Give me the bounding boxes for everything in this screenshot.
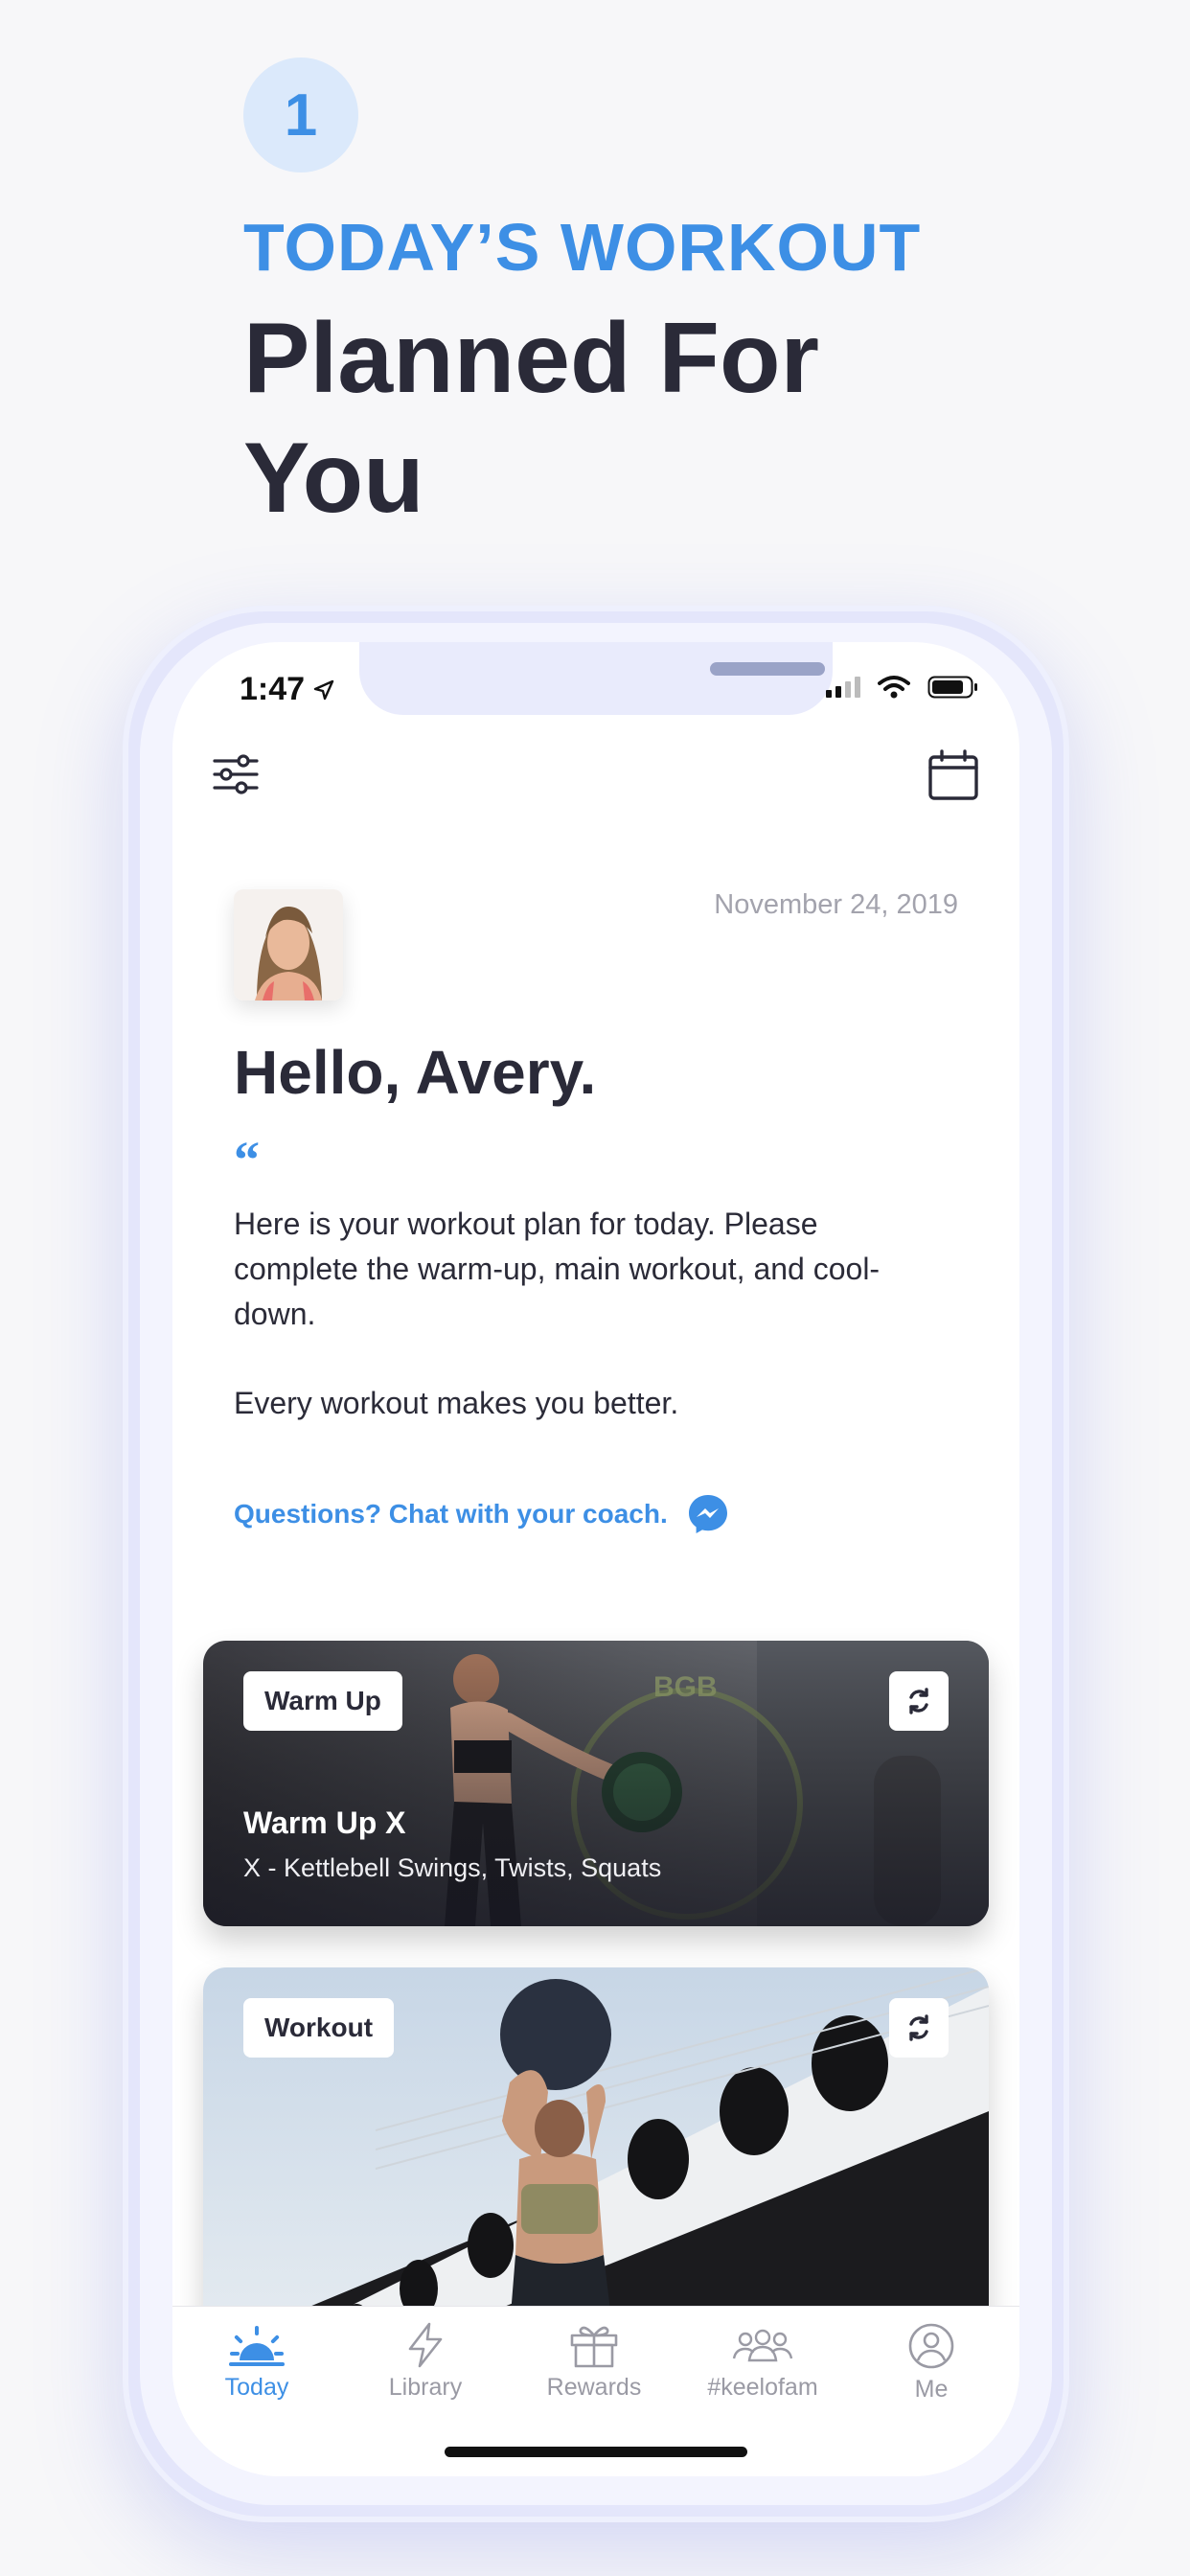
sliders-icon — [213, 754, 259, 794]
coach-avatar[interactable] — [234, 889, 343, 1000]
swap-icon — [909, 2014, 928, 2041]
filter-button[interactable] — [211, 749, 261, 804]
quote-mark: “ — [234, 1131, 260, 1188]
tab-me[interactable]: Me — [847, 2322, 1016, 2404]
calendar-icon — [928, 749, 978, 800]
messenger-icon — [688, 1495, 727, 1533]
tab-library-label: Library — [388, 2374, 463, 2401]
wifi-icon — [878, 676, 910, 699]
notch — [359, 642, 833, 715]
chat-with-coach-link[interactable]: Questions? Chat with your coach. — [234, 1493, 729, 1535]
swap-workout-button[interactable] — [889, 1671, 949, 1731]
coach-photo — [234, 889, 343, 1000]
card-subtitle: X - Kettlebell Swings, Twists, Squats — [243, 1853, 662, 1882]
swap-icon — [909, 1688, 928, 1714]
tab-today[interactable]: Today — [172, 2322, 341, 2402]
tab-rewards-label: Rewards — [546, 2374, 642, 2401]
coach-message: Here is your workout plan for today. Ple… — [234, 1202, 933, 1470]
step-number-badge: 1 — [243, 58, 358, 172]
swap-workout-button[interactable] — [889, 1998, 949, 2058]
marketing-headline: Planned For You — [243, 303, 819, 534]
speaker-grille — [710, 662, 825, 676]
coach-message-paragraph: Here is your workout plan for today. Ple… — [234, 1207, 881, 1331]
phone-screen: 1:47 November 24, 2019 Hello, Avery. “ H… — [172, 642, 1019, 2476]
bolt-icon — [408, 2322, 443, 2368]
tab-today-label: Today — [224, 2374, 289, 2401]
status-indicators — [826, 675, 979, 700]
sunrise-icon — [229, 2326, 285, 2366]
group-icon — [732, 2329, 793, 2362]
section-eyebrow: TODAY’S WORKOUT — [243, 210, 922, 285]
status-time: 1:47 — [240, 671, 335, 708]
tab-rewards[interactable]: Rewards — [510, 2322, 678, 2402]
coach-message-paragraph: Every workout makes you better. — [234, 1386, 679, 1420]
workout-card[interactable]: Workout — [203, 1967, 989, 2351]
status-time-text: 1:47 — [240, 671, 306, 707]
tab-library[interactable]: Library — [341, 2322, 510, 2402]
tab-me-label: Me — [914, 2376, 949, 2403]
tab-keelofam-label: #keelofam — [707, 2374, 818, 2401]
card-category-tag: Warm Up — [243, 1671, 402, 1731]
warmup-card[interactable]: BGB Warm Up Warm Up X X - Kettlebe — [203, 1641, 989, 1926]
profile-icon — [908, 2323, 954, 2369]
home-indicator — [445, 2447, 747, 2457]
location-arrow-icon — [313, 679, 334, 700]
bottom-tab-bar: Today Library Rewards #keelofam Me — [172, 2306, 1019, 2476]
today-date: November 24, 2019 — [714, 889, 958, 920]
cellular-signal-icon — [826, 677, 860, 698]
chat-with-coach-label: Questions? Chat with your coach. — [234, 1499, 668, 1529]
calendar-button[interactable] — [927, 749, 979, 806]
tab-keelofam[interactable]: #keelofam — [678, 2322, 847, 2402]
card-title: Warm Up X — [243, 1806, 406, 1840]
greeting-heading: Hello, Avery. — [234, 1038, 597, 1107]
battery-icon — [927, 676, 977, 699]
card-category-tag: Workout — [243, 1998, 395, 2058]
gift-icon — [570, 2326, 618, 2368]
